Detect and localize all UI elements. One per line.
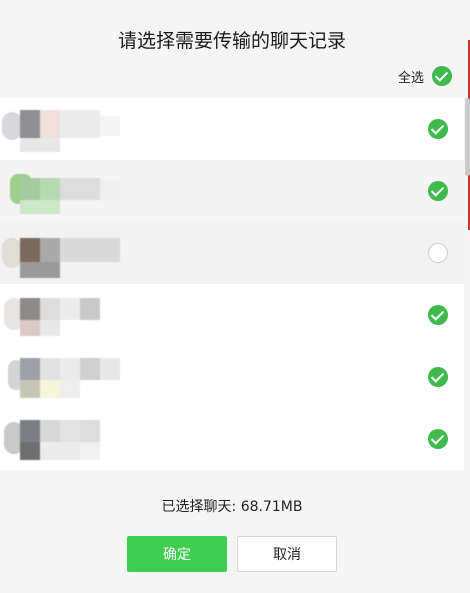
chat-row[interactable] xyxy=(0,222,464,284)
blurred-avatar-name xyxy=(0,160,130,222)
list-scrollbar[interactable] xyxy=(464,98,470,470)
chat-check-icon[interactable] xyxy=(428,243,448,263)
select-all-check-icon[interactable] xyxy=(432,66,452,86)
confirm-button[interactable]: 确定 xyxy=(127,536,227,572)
select-all-label: 全选 xyxy=(397,70,424,86)
chat-row[interactable] xyxy=(0,98,464,160)
blurred-avatar-name xyxy=(0,408,130,470)
chat-row[interactable] xyxy=(0,346,464,408)
select-all-toggle[interactable]: 全选 xyxy=(398,66,452,86)
chat-check-icon[interactable] xyxy=(428,367,448,387)
transfer-chat-dialog: 请选择需要传输的聊天记录 全选 已选择聊天: 68.71MB 确定 取消 xyxy=(0,0,470,593)
chat-row[interactable] xyxy=(0,408,464,470)
chat-list xyxy=(0,98,464,470)
blurred-avatar-name xyxy=(0,98,130,160)
chat-check-icon[interactable] xyxy=(428,305,448,325)
blurred-avatar-name xyxy=(0,284,130,346)
chat-check-icon[interactable] xyxy=(428,429,448,449)
cancel-button[interactable]: 取消 xyxy=(237,536,337,572)
blurred-avatar-name xyxy=(0,222,130,284)
dialog-title: 请选择需要传输的聊天记录 xyxy=(117,30,346,52)
chat-check-icon[interactable] xyxy=(428,119,448,139)
blurred-avatar-name xyxy=(0,346,130,408)
chat-row[interactable] xyxy=(0,160,464,222)
selected-size-summary: 已选择聊天: 68.71MB xyxy=(161,499,303,515)
chat-row[interactable] xyxy=(0,284,464,346)
scrollbar-thumb[interactable] xyxy=(465,98,470,176)
chat-check-icon[interactable] xyxy=(428,181,448,201)
